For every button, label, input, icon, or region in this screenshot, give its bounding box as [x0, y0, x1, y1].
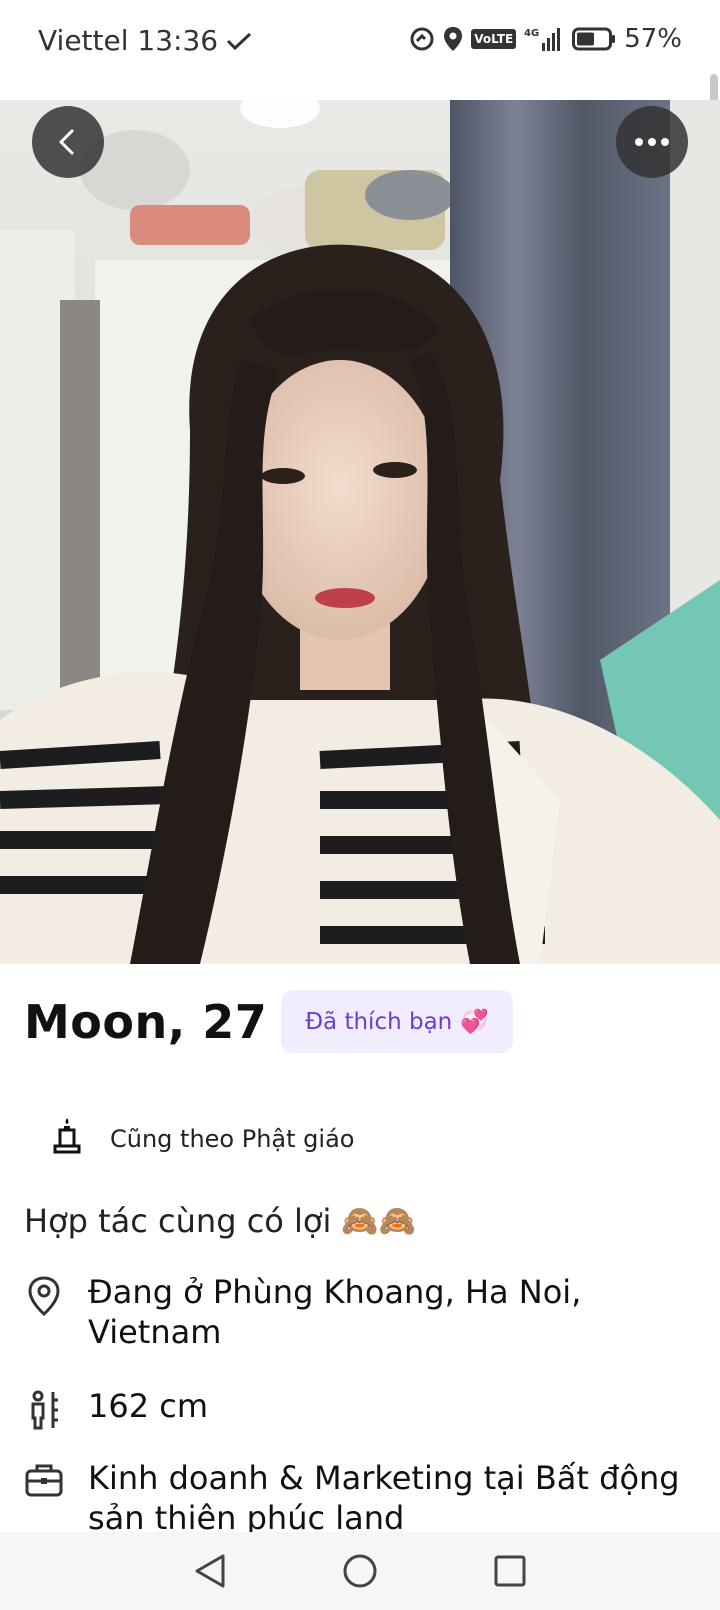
status-bar: Viettel 13:36 VoLTE 4G 57% [0, 0, 720, 88]
bio: Hợp tác cùng có lợi 🙈🙈 [24, 1202, 416, 1240]
height-text: 162 cm [88, 1387, 209, 1425]
data-saver-icon [409, 26, 435, 52]
signal-4g-icon: 4G [524, 26, 564, 52]
liked-you-text: Đã thích bạn [305, 1008, 453, 1035]
height-ruler-icon [24, 1386, 64, 1430]
religion-text: Cũng theo Phật giáo [110, 1124, 355, 1153]
religion-row: Cũng theo Phật giáo [50, 1116, 354, 1161]
candle-icon [50, 1116, 84, 1161]
volte-icon: VoLTE [471, 29, 517, 49]
hearts-icon: 💞 [460, 1009, 489, 1035]
back-button[interactable] [32, 106, 104, 178]
carrier-time-text: Viettel 13:36 [38, 24, 219, 57]
system-nav-bar [0, 1532, 720, 1610]
nav-back-button[interactable] [185, 1546, 235, 1596]
profile-name-age: Moon, 27 [24, 994, 268, 1049]
triangle-back-icon [195, 1554, 225, 1588]
more-dots-icon [635, 138, 669, 146]
profile-photo[interactable] [0, 100, 720, 964]
location-row: Đang ở Phùng Khoang, Ha Noi, Vietnam [24, 1272, 688, 1352]
job-text: Kinh doanh & Marketing tại Bất động sản … [88, 1459, 680, 1537]
chevron-left-icon [59, 129, 74, 155]
name-row: Moon, 27 Đã thích bạn 💞 [24, 990, 513, 1053]
nav-recents-button[interactable] [485, 1546, 535, 1596]
more-options-button[interactable] [616, 106, 688, 178]
nav-home-button[interactable] [335, 1546, 385, 1596]
location-icon [443, 26, 463, 52]
profile-photo-illustration [0, 100, 720, 964]
height-row: 162 cm [24, 1386, 688, 1430]
circle-home-icon [343, 1554, 377, 1588]
square-recents-icon [494, 1555, 526, 1587]
battery-percent: 57% [624, 24, 682, 54]
location-text: Đang ở Phùng Khoang, Ha Noi, Vietnam [88, 1273, 582, 1351]
carrier-time: Viettel 13:36 [38, 24, 252, 57]
status-icons: VoLTE 4G 57% [409, 24, 682, 54]
battery-icon [572, 27, 616, 51]
location-pin-icon [24, 1272, 64, 1316]
liked-you-badge: Đã thích bạn 💞 [281, 990, 513, 1053]
bio-text: Hợp tác cùng có lợi [24, 1202, 332, 1240]
job-row: Kinh doanh & Marketing tại Bất động sản … [24, 1458, 688, 1538]
check-icon [226, 31, 252, 51]
see-no-evil-monkey-icon: 🙈🙈 [341, 1203, 417, 1239]
briefcase-icon [24, 1458, 64, 1498]
svg-text:4G: 4G [524, 28, 539, 39]
